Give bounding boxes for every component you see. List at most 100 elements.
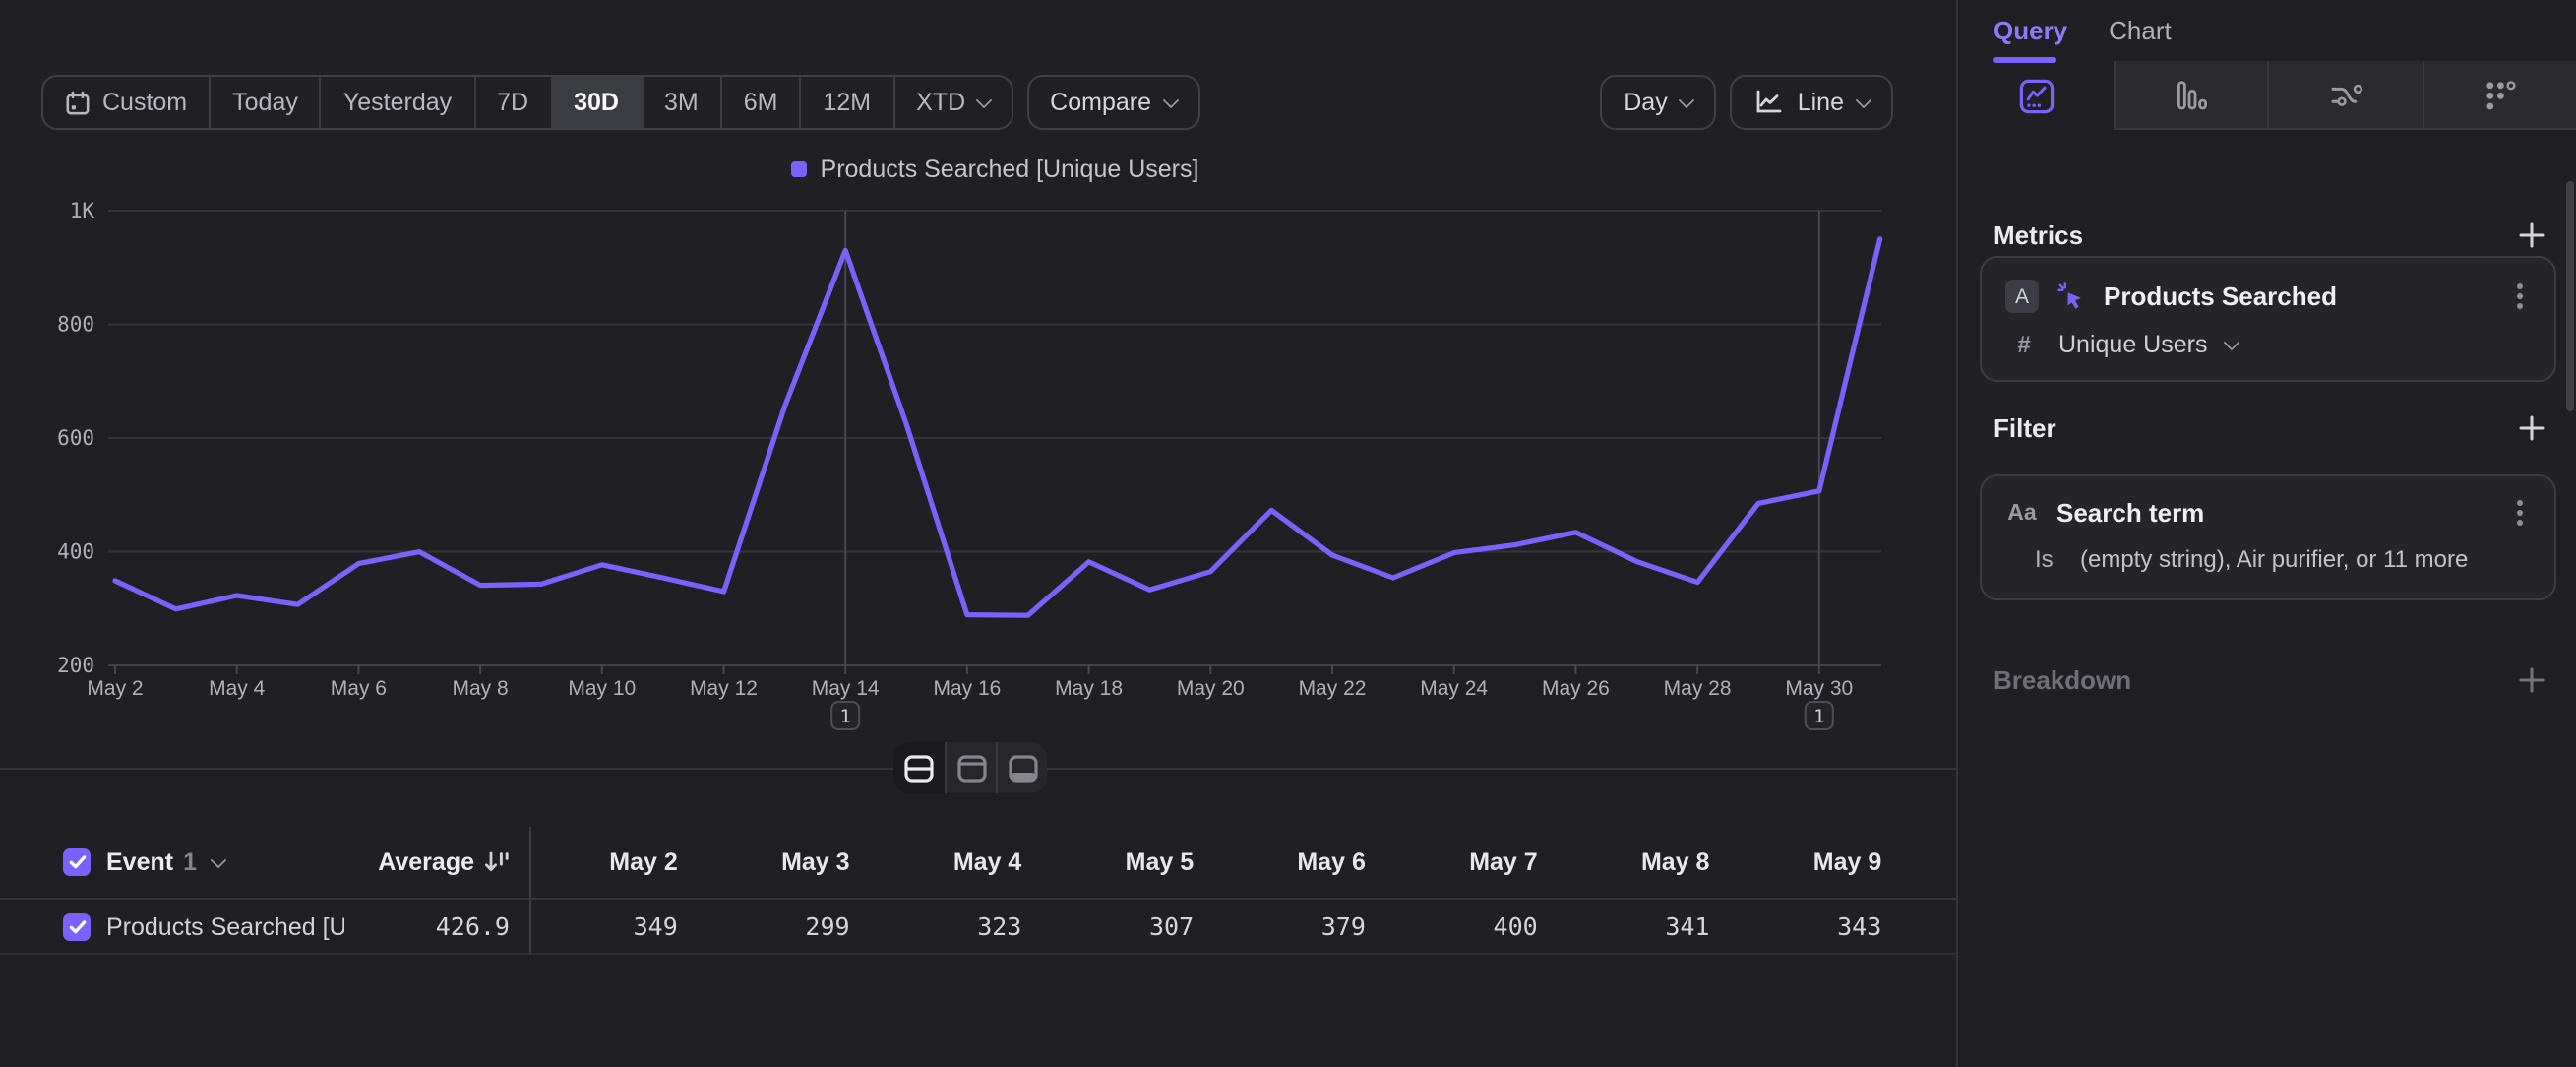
tab-chart[interactable]: Chart: [2109, 16, 2172, 45]
retention-dots-icon: [2484, 78, 2517, 111]
tab-query[interactable]: Query: [1993, 16, 2067, 45]
toolbar-left-group: Custom TodayYesterday7D30D 3M 6M 12M XTD Comp…: [41, 75, 1200, 130]
table-header-row: Event 1 Average May 2May 3May 4May 5May …: [0, 827, 1958, 900]
filter-card[interactable]: Aa Search term Is (empty string), Air pu…: [1980, 474, 2556, 600]
select-all-checkbox[interactable]: [63, 848, 91, 876]
x-axis-label: May 24: [1420, 677, 1488, 700]
table-cell: 379: [1217, 911, 1389, 941]
y-axis-label: 400: [57, 540, 94, 564]
date-range-custom[interactable]: Custom: [43, 77, 209, 128]
report-main-area: Custom TodayYesterday7D30D 3M 6M 12M XTD Comp…: [0, 0, 1958, 1067]
table-header-cell[interactable]: May 4: [874, 848, 1046, 876]
date-range-6m[interactable]: 6M: [720, 77, 800, 128]
event-click-icon: [2056, 282, 2086, 311]
legend-item[interactable]: Products Searched [Unique Users]: [791, 156, 1199, 183]
calendar-icon: [65, 90, 91, 115]
date-range-3m[interactable]: 3M: [641, 77, 720, 128]
line-chart: 2004006008001KMay 2May 4May 6May 8May 10…: [0, 187, 1958, 748]
report-type-funnels-tab[interactable]: [2113, 61, 2267, 130]
breakdown-heading: Breakdown: [1993, 665, 2131, 695]
report-toolbar: Custom TodayYesterday7D30D 3M 6M 12M XTD Comp…: [41, 75, 1893, 130]
metrics-heading: Metrics: [1993, 220, 2083, 250]
panel-scrollbar-thumb[interactable]: [2566, 181, 2574, 411]
date-range-30d[interactable]: 30D: [550, 77, 641, 128]
compare-label: Compare: [1050, 89, 1151, 116]
date-range-label: XTD: [916, 89, 965, 116]
date-range-7d[interactable]: 7D: [473, 77, 550, 128]
y-axis-label: 600: [57, 426, 94, 450]
x-axis-label: May 28: [1664, 677, 1732, 700]
table-cell: 349: [529, 911, 702, 941]
sort-descending-icon: [484, 850, 510, 874]
compare-button[interactable]: Compare: [1026, 75, 1200, 130]
report-type-flows-tab[interactable]: [2267, 61, 2422, 130]
svg-text:1: 1: [839, 706, 850, 727]
query-panel: Query Chart: [1960, 0, 2576, 1067]
table-header-cell[interactable]: May 3: [702, 848, 874, 876]
add-metric-button[interactable]: [2519, 222, 2545, 248]
metric-card[interactable]: A Products Searched # Unique Users: [1980, 256, 2556, 382]
layout-split-view-button[interactable]: [893, 742, 945, 793]
kebab-menu-icon[interactable]: [2517, 293, 2523, 299]
filter-value[interactable]: (empty string), Air purifier, or 11 more: [2080, 545, 2468, 573]
row-label: Products Searched [Un...: [106, 912, 344, 940]
table-row: Products Searched [Un... 426.9 349299323…: [0, 900, 1958, 955]
average-label: Average: [378, 848, 474, 876]
x-axis-label: May 22: [1299, 677, 1367, 700]
metric-measure-row: # Unique Users: [1982, 313, 2554, 358]
table-cell: 341: [1562, 911, 1734, 941]
add-breakdown-button[interactable]: [2519, 667, 2545, 693]
chart-type-button[interactable]: Line: [1731, 75, 1893, 130]
table-header-cell[interactable]: May 2: [529, 848, 702, 876]
chevron-down-icon[interactable]: [211, 851, 227, 868]
y-axis-label: 1K: [70, 199, 95, 222]
text-property-icon: Aa: [2005, 501, 2039, 525]
filter-card-row: Aa Search term: [1982, 476, 2554, 528]
event-count: 1: [183, 848, 197, 876]
chevron-down-icon: [1679, 92, 1695, 108]
table-header-cell[interactable]: May 9: [1733, 848, 1905, 876]
add-filter-button[interactable]: [2519, 415, 2545, 441]
date-range-xtd[interactable]: XTD: [892, 77, 1011, 128]
x-axis-label: May 2: [87, 677, 143, 700]
measure-selector[interactable]: Unique Users: [2058, 331, 2207, 358]
x-axis-label: May 18: [1055, 677, 1123, 700]
kebab-menu-icon[interactable]: [2517, 510, 2523, 516]
date-range-yesterday[interactable]: Yesterday: [320, 77, 473, 128]
date-range-label: 3M: [664, 89, 699, 116]
table-header-cell[interactable]: May 5: [1045, 848, 1217, 876]
filter-condition-row: Is (empty string), Air purifier, or 11 m…: [1982, 528, 2554, 573]
date-range-label: 6M: [744, 89, 778, 116]
date-range-label: Custom: [102, 89, 187, 116]
svg-text:1: 1: [1813, 706, 1824, 727]
breakdown-section-header: Breakdown: [1993, 665, 2545, 695]
x-axis-label: May 10: [568, 677, 636, 700]
x-axis-label: May 8: [453, 677, 509, 700]
date-range-12m[interactable]: 12M: [800, 77, 893, 128]
row-checkbox[interactable]: [63, 912, 91, 940]
table-header-cell[interactable]: May 7: [1389, 848, 1562, 876]
average-column-header[interactable]: Average: [344, 848, 529, 876]
annotation-badge[interactable]: 1: [831, 702, 859, 729]
report-type-retention-tab[interactable]: [2422, 61, 2576, 130]
annotation-badge[interactable]: 1: [1806, 702, 1833, 729]
legend-swatch: [791, 161, 807, 177]
granularity-button[interactable]: Day: [1600, 75, 1716, 130]
number-icon: #: [2007, 331, 2041, 358]
x-axis-label: May 14: [812, 677, 880, 700]
chevron-down-icon: [2223, 334, 2239, 350]
date-range-today[interactable]: Today: [209, 77, 320, 128]
layout-table-view-button[interactable]: [996, 742, 1047, 793]
line-chart-icon: [1754, 89, 1784, 116]
table-row-label-cell[interactable]: Products Searched [Un...: [0, 912, 344, 940]
layout-chart-view-button[interactable]: [945, 742, 996, 793]
table-header-cell[interactable]: May 8: [1562, 848, 1734, 876]
chevron-down-icon: [975, 92, 992, 108]
series-line[interactable]: [115, 239, 1880, 615]
report-type-insights-tab[interactable]: [1960, 61, 2113, 130]
bar-chart-icon: [2175, 78, 2208, 111]
table-header-cell[interactable]: May 6: [1217, 848, 1389, 876]
breakdown-table: Event 1 Average May 2May 3May 4May 5May …: [0, 827, 1958, 955]
metric-name: Products Searched: [2104, 282, 2337, 311]
filter-operator[interactable]: Is: [2035, 545, 2062, 573]
